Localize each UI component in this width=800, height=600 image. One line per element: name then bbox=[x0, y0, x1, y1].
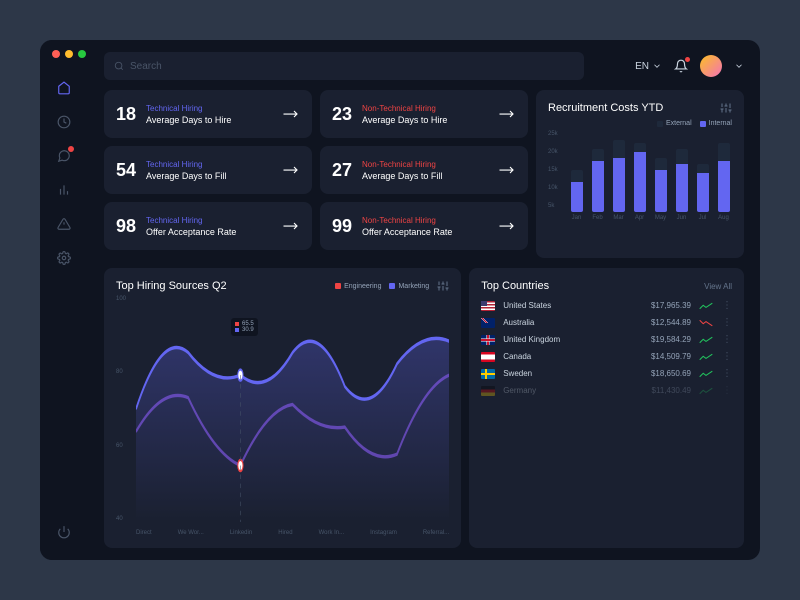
country-row[interactable]: Canada$14,509.79⋯ bbox=[481, 351, 732, 362]
clock-icon[interactable] bbox=[56, 114, 72, 130]
country-row[interactable]: Sweden$18,650.69⋯ bbox=[481, 368, 732, 379]
trend-up-icon bbox=[699, 370, 713, 378]
arrow-right-icon bbox=[282, 221, 300, 231]
home-icon[interactable] bbox=[56, 80, 72, 96]
costs-title: Recruitment Costs YTD bbox=[548, 102, 663, 114]
more-icon[interactable]: ⋯ bbox=[721, 368, 732, 379]
chart-tooltip: 65.5 30.9 bbox=[231, 318, 258, 336]
sources-line-chart: 100806040 65.5 30.9 DirectWe Wo bbox=[116, 296, 449, 536]
more-icon[interactable]: ⋯ bbox=[721, 317, 732, 328]
arrow-right-icon bbox=[498, 165, 516, 175]
more-icon[interactable]: ⋯ bbox=[721, 334, 732, 345]
sliders-icon[interactable] bbox=[437, 280, 449, 292]
trend-up-icon bbox=[699, 387, 713, 395]
more-icon[interactable]: ⋯ bbox=[721, 385, 732, 396]
settings-icon[interactable] bbox=[56, 250, 72, 266]
language-select[interactable]: EN bbox=[635, 61, 662, 72]
sidebar bbox=[40, 40, 88, 560]
kpi-tech-column: 18Technical HiringAverage Days to Hire 5… bbox=[104, 90, 312, 258]
kpi-card[interactable]: 99Non-Technical HiringOffer Acceptance R… bbox=[320, 202, 528, 250]
chevron-down-icon bbox=[652, 61, 662, 71]
sliders-icon[interactable] bbox=[720, 102, 732, 114]
power-icon[interactable] bbox=[56, 524, 72, 540]
hiring-sources-card: Top Hiring Sources Q2 Engineering Market… bbox=[104, 268, 461, 548]
kpi-card[interactable]: 27Non-Technical HiringAverage Days to Fi… bbox=[320, 146, 528, 194]
costs-legend: External Internal bbox=[548, 120, 732, 127]
bell-icon bbox=[674, 59, 688, 73]
arrow-right-icon bbox=[282, 109, 300, 119]
more-icon[interactable]: ⋯ bbox=[721, 300, 732, 311]
more-icon[interactable]: ⋯ bbox=[721, 351, 732, 362]
flag-au-icon bbox=[481, 318, 495, 328]
flag-ca-icon bbox=[481, 352, 495, 362]
trend-up-icon bbox=[699, 336, 713, 344]
flag-de-icon bbox=[481, 386, 495, 396]
arrow-right-icon bbox=[282, 165, 300, 175]
view-all-button[interactable]: View All bbox=[704, 282, 732, 291]
kpi-card[interactable]: 54Technical HiringAverage Days to Fill bbox=[104, 146, 312, 194]
country-row[interactable]: United Kingdom$19,584.29⋯ bbox=[481, 334, 732, 345]
kpi-card[interactable]: 98Technical HiringOffer Acceptance Rate bbox=[104, 202, 312, 250]
search-icon bbox=[114, 61, 124, 71]
arrow-right-icon bbox=[498, 221, 516, 231]
kpi-card[interactable]: 23Non-Technical HiringAverage Days to Hi… bbox=[320, 90, 528, 138]
trend-up-icon bbox=[699, 302, 713, 310]
flag-se-icon bbox=[481, 369, 495, 379]
flag-uk-icon bbox=[481, 335, 495, 345]
top-countries-card: Top Countries View All United States$17,… bbox=[469, 268, 744, 548]
kpi-non-column: 23Non-Technical HiringAverage Days to Hi… bbox=[320, 90, 528, 258]
trend-up-icon bbox=[699, 353, 713, 361]
chevron-down-icon[interactable] bbox=[734, 61, 744, 71]
costs-bar-chart: 25k20k15k10k5k Jan Feb Mar Apr May Jun J… bbox=[548, 131, 732, 221]
kpi-card[interactable]: 18Technical HiringAverage Days to Hire bbox=[104, 90, 312, 138]
window-controls[interactable] bbox=[52, 50, 86, 58]
trend-down-icon bbox=[699, 319, 713, 327]
avatar[interactable] bbox=[700, 55, 722, 77]
alert-icon[interactable] bbox=[56, 216, 72, 232]
topbar: Search EN bbox=[104, 52, 744, 80]
search-placeholder: Search bbox=[130, 61, 162, 72]
country-row[interactable]: Germany$11,430.49⋯ bbox=[481, 385, 732, 396]
flag-us-icon bbox=[481, 301, 495, 311]
country-row[interactable]: Australia$12,544.89⋯ bbox=[481, 317, 732, 328]
notifications-button[interactable] bbox=[674, 59, 688, 73]
search-input[interactable]: Search bbox=[104, 52, 584, 80]
sources-title: Top Hiring Sources Q2 bbox=[116, 280, 227, 292]
country-row[interactable]: United States$17,965.39⋯ bbox=[481, 300, 732, 311]
arrow-right-icon bbox=[498, 109, 516, 119]
countries-title: Top Countries bbox=[481, 280, 549, 292]
recruitment-costs-card: Recruitment Costs YTD External Internal … bbox=[536, 90, 744, 258]
chat-icon[interactable] bbox=[56, 148, 72, 164]
chart-icon[interactable] bbox=[56, 182, 72, 198]
